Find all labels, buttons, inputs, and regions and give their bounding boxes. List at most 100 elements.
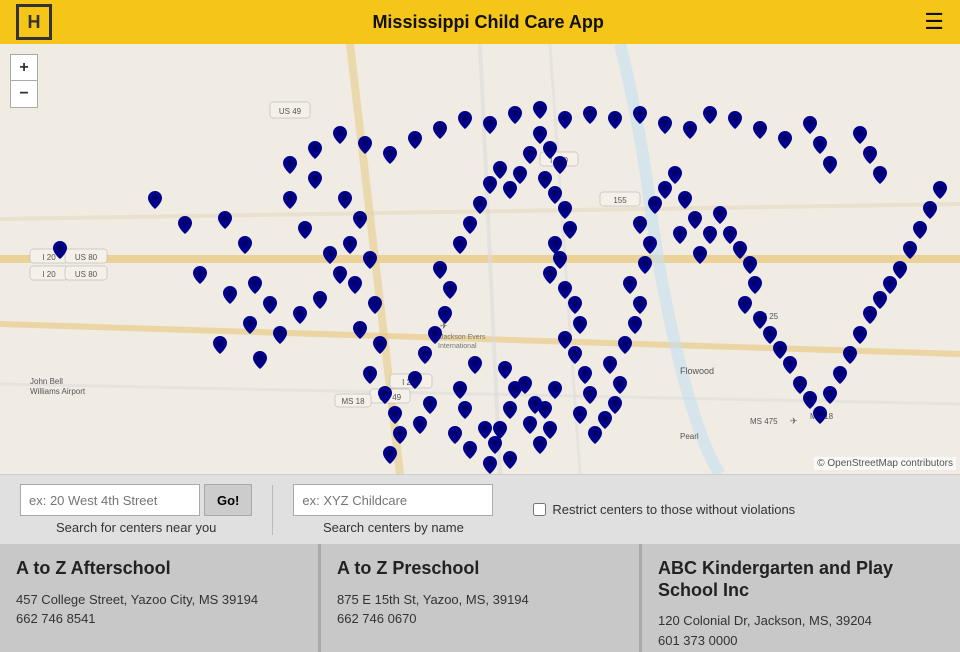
map-pin[interactable]: [703, 226, 717, 244]
map-pin[interactable]: [583, 106, 597, 124]
map-pin[interactable]: [53, 241, 67, 259]
map-pin[interactable]: [323, 246, 337, 264]
hamburger-menu-icon[interactable]: ☰: [924, 9, 944, 35]
map-pin[interactable]: [493, 421, 507, 439]
map-pin[interactable]: [573, 316, 587, 334]
map-pin[interactable]: [413, 416, 427, 434]
map-pin[interactable]: [243, 316, 257, 334]
map-pin[interactable]: [583, 386, 597, 404]
map-pin[interactable]: [408, 131, 422, 149]
map-pin[interactable]: [913, 221, 927, 239]
map-pin[interactable]: [748, 276, 762, 294]
map-pin[interactable]: [728, 111, 742, 129]
map-pin[interactable]: [468, 356, 482, 374]
map-pin[interactable]: [283, 191, 297, 209]
map-pin[interactable]: [253, 351, 267, 369]
result-card-0[interactable]: A to Z Afterschool 457 College Street, Y…: [0, 544, 321, 652]
map-pin[interactable]: [513, 166, 527, 184]
map-pin[interactable]: [423, 396, 437, 414]
map-pin[interactable]: [933, 181, 947, 199]
map-pin[interactable]: [543, 421, 557, 439]
map-pin[interactable]: [353, 211, 367, 229]
map-pin[interactable]: [563, 221, 577, 239]
map-pin[interactable]: [338, 191, 352, 209]
map-pin[interactable]: [523, 416, 537, 434]
map-pin[interactable]: [803, 116, 817, 134]
map-pin[interactable]: [363, 251, 377, 269]
name-search-input[interactable]: [293, 484, 493, 516]
zoom-in-button[interactable]: +: [11, 55, 37, 81]
map-pin[interactable]: [903, 241, 917, 259]
map-pin[interactable]: [408, 371, 422, 389]
address-search-input[interactable]: [20, 484, 200, 516]
map-pin[interactable]: [348, 276, 362, 294]
map-pin[interactable]: [673, 226, 687, 244]
map-pin[interactable]: [308, 171, 322, 189]
map-pin[interactable]: [568, 296, 582, 314]
result-card-2[interactable]: ABC Kindergarten and Play School Inc 120…: [642, 544, 960, 652]
map-pin[interactable]: [503, 401, 517, 419]
map-pin[interactable]: [853, 326, 867, 344]
map-pin[interactable]: [573, 406, 587, 424]
map-pin[interactable]: [353, 321, 367, 339]
map-pin[interactable]: [633, 106, 647, 124]
map-pin[interactable]: [553, 156, 567, 174]
map-pin[interactable]: [703, 106, 717, 124]
map-pin[interactable]: [438, 306, 452, 324]
map-pin[interactable]: [218, 211, 232, 229]
map-pin[interactable]: [433, 261, 447, 279]
map-pin[interactable]: [343, 236, 357, 254]
map-pin[interactable]: [508, 106, 522, 124]
map-pin[interactable]: [453, 236, 467, 254]
map-pin[interactable]: [383, 446, 397, 464]
map-pin[interactable]: [738, 296, 752, 314]
map-pin[interactable]: [248, 276, 262, 294]
map-pin[interactable]: [433, 121, 447, 139]
map-pin[interactable]: [463, 441, 477, 459]
map-pin[interactable]: [453, 381, 467, 399]
map-pin[interactable]: [383, 146, 397, 164]
map-pin[interactable]: [873, 166, 887, 184]
map-pin[interactable]: [388, 406, 402, 424]
map-pin[interactable]: [533, 101, 547, 119]
address-search-button[interactable]: Go!: [204, 484, 252, 516]
map-pin[interactable]: [823, 386, 837, 404]
map-pin[interactable]: [813, 136, 827, 154]
map-pin[interactable]: [428, 326, 442, 344]
map-pin[interactable]: [853, 126, 867, 144]
map-pin[interactable]: [448, 426, 462, 444]
map-pin[interactable]: [688, 211, 702, 229]
map-pin[interactable]: [498, 361, 512, 379]
map-pin[interactable]: [473, 196, 487, 214]
map-pin[interactable]: [568, 346, 582, 364]
map-pin[interactable]: [623, 276, 637, 294]
map-pin[interactable]: [238, 236, 252, 254]
map-pin[interactable]: [743, 256, 757, 274]
map-pin[interactable]: [823, 156, 837, 174]
map-pin[interactable]: [463, 216, 477, 234]
map-pin[interactable]: [393, 426, 407, 444]
map-pin[interactable]: [658, 116, 672, 134]
map-pin[interactable]: [503, 451, 517, 469]
map-pin[interactable]: [368, 296, 382, 314]
map-pin[interactable]: [363, 366, 377, 384]
map-pin[interactable]: [458, 401, 472, 419]
map-pin[interactable]: [638, 256, 652, 274]
map-pin[interactable]: [148, 191, 162, 209]
map-pin[interactable]: [483, 456, 497, 474]
map-pin[interactable]: [523, 146, 537, 164]
map-pin[interactable]: [643, 236, 657, 254]
map-pin[interactable]: [843, 346, 857, 364]
map-pin[interactable]: [923, 201, 937, 219]
map-pin[interactable]: [273, 326, 287, 344]
map-pin[interactable]: [333, 266, 347, 284]
map-pin[interactable]: [753, 121, 767, 139]
map-pin[interactable]: [333, 126, 347, 144]
map-pin[interactable]: [263, 296, 277, 314]
map-pin[interactable]: [298, 221, 312, 239]
map-pin[interactable]: [293, 306, 307, 324]
result-card-1[interactable]: A to Z Preschool 875 E 15th St, Yazoo, M…: [321, 544, 642, 652]
map-pin[interactable]: [628, 316, 642, 334]
map-pin[interactable]: [193, 266, 207, 284]
map-pin[interactable]: [683, 121, 697, 139]
